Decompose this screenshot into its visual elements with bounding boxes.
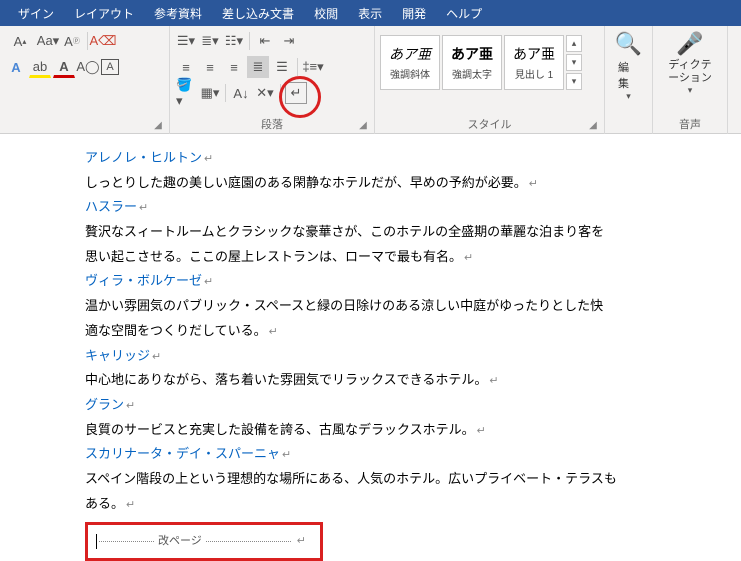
distributed-icon[interactable]: ☰ — [271, 56, 293, 78]
editing-button[interactable]: 🔍 編集 ▾ — [610, 29, 647, 104]
highlight-icon[interactable]: ab — [29, 56, 51, 78]
align-right-icon[interactable]: ≡ — [223, 56, 245, 78]
style-expand-icon[interactable]: ▾ — [566, 73, 582, 90]
voice-group: 🎤 ディクテ ーション ▾ 音声 — [653, 26, 728, 134]
style-scroll-up-icon[interactable]: ▴ — [566, 35, 582, 52]
paragraph-launcher-icon[interactable]: ◢ — [357, 120, 369, 132]
editing-group-label — [610, 116, 647, 134]
tab-help[interactable]: ヘルプ — [436, 0, 492, 26]
font-launcher-icon[interactable]: ◢ — [152, 120, 164, 132]
text-outline-icon[interactable]: A — [5, 56, 27, 78]
hyperlink[interactable]: グラン — [85, 393, 671, 418]
align-left-icon[interactable]: ≡ — [175, 56, 197, 78]
tab-design[interactable]: ザイン — [8, 0, 64, 26]
hyperlink[interactable]: ハスラー — [85, 195, 671, 220]
style-gallery: あア亜 強調斜体 あア亜 強調太字 あア亜 見出し 1 ▴ ▾ ▾ — [380, 35, 599, 90]
ribbon-tabs: ザイン レイアウト 参考資料 差し込み文書 校閲 表示 開発 ヘルプ — [0, 0, 741, 26]
paragraph-text: しっとりした趣の美しい庭園のある閑静なホテルだが、早めの予約が必要。 — [85, 171, 671, 196]
paragraph-text: 中心地にありながら、落ち着いた雰囲気でリラックスできるホテル。 — [85, 368, 671, 393]
style-scroll-down-icon[interactable]: ▾ — [566, 54, 582, 71]
hyperlink[interactable]: アレノレ・ヒルトン — [85, 146, 671, 171]
tab-view[interactable]: 表示 — [348, 0, 392, 26]
font-group: A▴ Aa▾ Aⓟ A⌫ A ab A A◯ A ◢ — [0, 26, 170, 134]
increase-indent-icon[interactable]: ⇥ — [278, 30, 300, 52]
style-emphasis-bold[interactable]: あア亜 強調太字 — [442, 35, 502, 90]
hyperlink[interactable]: キャリッジ — [85, 344, 671, 369]
tab-references[interactable]: 参考資料 — [144, 0, 212, 26]
style-emphasis-italic[interactable]: あア亜 強調斜体 — [380, 35, 440, 90]
font-group-label: ◢ — [5, 116, 164, 134]
clear-formatting-icon[interactable]: A⌫ — [92, 30, 114, 52]
decrease-indent-icon[interactable]: ⇤ — [254, 30, 276, 52]
change-case-icon[interactable]: Aa▾ — [37, 30, 59, 52]
borders-icon[interactable]: ▦▾ — [199, 82, 221, 104]
align-center-icon[interactable]: ≡ — [199, 56, 221, 78]
find-icon: 🔍 — [615, 31, 642, 57]
dictation-button[interactable]: 🎤 ディクテ ーション ▾ — [658, 29, 722, 98]
bullets-icon[interactable]: ☰▾ — [175, 30, 197, 52]
paragraph-text: スペイン階段の上という理想的な場所にある、人気のホテル。広いプライベート・テラス… — [85, 467, 671, 492]
style-heading-1[interactable]: あア亜 見出し 1 — [504, 35, 564, 90]
font-size-increase-icon[interactable]: A▴ — [5, 30, 35, 52]
enclose-characters-icon[interactable]: A◯ — [77, 56, 99, 78]
paragraph-text: 温かい雰囲気のパブリック・スペースと緑の日除けのある涼しい中庭がゆったりとした快 — [85, 294, 671, 319]
paragraph-text: 思い起こさせる。ここの屋上レストランは、ローマで最も有名。 — [85, 245, 671, 270]
hyperlink[interactable]: ヴィラ・ボルケーゼ — [85, 269, 671, 294]
page-break-marker[interactable]: 改ページ ↵ — [96, 531, 312, 552]
multilevel-list-icon[interactable]: ☷▾ — [223, 30, 245, 52]
page-break-highlight: 改ページ ↵ — [85, 522, 323, 561]
tab-review[interactable]: 校閲 — [304, 0, 348, 26]
paragraph-text: 適な空間をつくりだしている。 — [85, 319, 671, 344]
phonetic-guide-icon[interactable]: Aⓟ — [61, 30, 83, 52]
hyperlink[interactable]: スカリナータ・デイ・スパーニャ — [85, 442, 671, 467]
align-justify-icon[interactable]: ≣ — [247, 56, 269, 78]
paragraph-text: 贅沢なスィートルームとクラシックな豪華さが、このホテルの全盛期の華麗な泊まり客を — [85, 220, 671, 245]
line-spacing-icon[interactable]: ‡≡▾ — [302, 56, 324, 78]
style-gallery-scroll: ▴ ▾ ▾ — [566, 35, 582, 90]
document-body[interactable]: アレノレ・ヒルトン しっとりした趣の美しい庭園のある閑静なホテルだが、早めの予約… — [0, 134, 741, 561]
voice-group-label: 音声 — [658, 116, 722, 134]
editing-group: 🔍 編集 ▾ — [605, 26, 653, 134]
tab-mailings[interactable]: 差し込み文書 — [212, 0, 304, 26]
microphone-icon: 🎤 — [676, 31, 703, 57]
ribbon-body: A▴ Aa▾ Aⓟ A⌫ A ab A A◯ A ◢ ☰▾ ≣▾ ☷▾ — [0, 26, 741, 134]
styles-group: あア亜 強調斜体 あア亜 強調太字 あア亜 見出し 1 ▴ ▾ ▾ — [375, 26, 605, 134]
show-formatting-marks-icon[interactable]: ↵ — [285, 82, 307, 104]
text-cursor — [96, 534, 97, 549]
shading-icon[interactable]: 🪣▾ — [175, 82, 197, 104]
character-border-icon[interactable]: A — [101, 59, 119, 75]
paragraph-group-label: 段落 ◢ — [175, 116, 369, 134]
tab-layout[interactable]: レイアウト — [64, 0, 144, 26]
sort-icon[interactable]: A↓ — [230, 82, 252, 104]
styles-group-label: スタイル ◢ — [380, 116, 599, 134]
tab-developer[interactable]: 開発 — [392, 0, 436, 26]
text-direction-icon[interactable]: ✕▾ — [254, 82, 276, 104]
paragraph-text: 良質のサービスと充実した設備を誇る、古風なデラックスホテル。 — [85, 418, 671, 443]
styles-launcher-icon[interactable]: ◢ — [587, 120, 599, 132]
font-color-icon[interactable]: A — [53, 56, 75, 78]
paragraph-group: ☰▾ ≣▾ ☷▾ ⇤ ⇥ ≡ ≡ ≡ ≣ ☰ ‡≡▾ 🪣▾ ▦▾ A↓ — [170, 26, 375, 134]
numbering-icon[interactable]: ≣▾ — [199, 30, 221, 52]
paragraph-text: ある。 — [85, 492, 671, 517]
